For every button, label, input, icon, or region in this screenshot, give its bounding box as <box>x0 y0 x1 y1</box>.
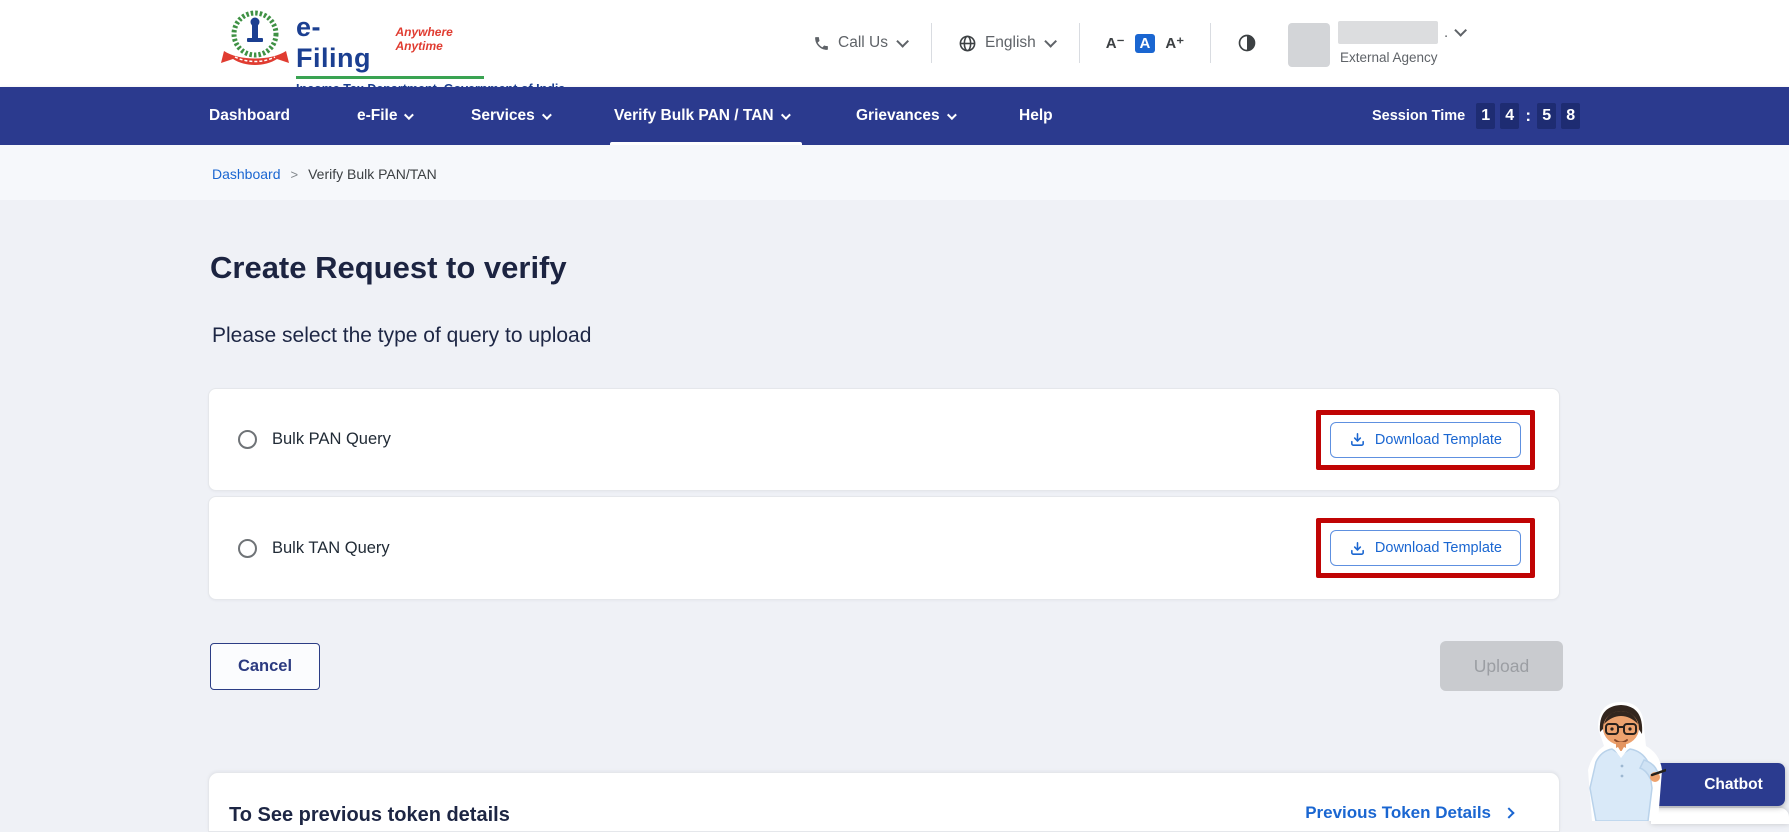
header-divider <box>1078 23 1080 63</box>
nav-help[interactable]: Help <box>1019 87 1053 145</box>
highlight-box: Download Template <box>1315 518 1535 578</box>
nav-dashboard[interactable]: Dashboard <box>209 87 290 145</box>
globe-icon <box>959 35 976 51</box>
bulk-tan-query-card: Bulk TAN Query Download Template <box>208 496 1560 600</box>
breadcrumb-dashboard-link[interactable]: Dashboard <box>212 166 281 182</box>
language-label: English <box>984 34 1036 51</box>
cancel-button[interactable]: Cancel <box>210 643 320 690</box>
session-digit: 1 <box>1476 103 1496 129</box>
logo-divider <box>296 76 484 79</box>
previous-token-card: To See previous token details Previous T… <box>208 772 1560 832</box>
session-digit: 4 <box>1500 103 1520 129</box>
header-divider <box>1210 23 1212 63</box>
chatbot-panel-edge <box>1651 808 1789 824</box>
nav-grievances[interactable]: Grievances <box>856 87 957 145</box>
breadcrumb-strip: Dashboard > Verify Bulk PAN/TAN <box>0 145 1789 200</box>
highlight-box: Download Template <box>1315 409 1535 470</box>
breadcrumb-current: Verify Bulk PAN/TAN <box>308 166 437 182</box>
nav-services[interactable]: Services <box>471 87 552 145</box>
chevron-down-icon <box>780 109 791 120</box>
income-tax-emblem-icon <box>221 10 289 65</box>
session-digit: 5 <box>1537 103 1557 129</box>
chevron-down-icon <box>1454 24 1468 37</box>
page-subtitle: Please select the type of query to uploa… <box>212 324 592 347</box>
radio-bulk-tan-query[interactable] <box>238 538 257 558</box>
top-header: e-Filing Anywhere Anytime Income Tax Dep… <box>0 0 1789 96</box>
user-name-suffix: . <box>1444 24 1449 41</box>
breadcrumb: Dashboard > Verify Bulk PAN/TAN <box>212 166 437 182</box>
chevron-down-icon <box>896 34 909 48</box>
nav-verify-bulk-pan-tan[interactable]: Verify Bulk PAN / TAN <box>614 87 791 145</box>
breadcrumb-separator: > <box>290 166 299 182</box>
option-label: Bulk TAN Query <box>272 538 390 557</box>
session-colon: : <box>1525 106 1532 125</box>
avatar <box>1288 23 1330 67</box>
bulk-pan-query-card: Bulk PAN Query Download Template <box>208 388 1560 491</box>
session-time-label: Session Time <box>1372 108 1466 124</box>
download-icon <box>1350 541 1364 555</box>
nav-efile[interactable]: e-File <box>357 87 415 145</box>
chevron-down-icon <box>1044 34 1057 48</box>
call-us-label: Call Us <box>838 34 888 51</box>
user-name-redacted <box>1338 21 1438 44</box>
chatbot-assistant-illustration[interactable] <box>1576 698 1666 821</box>
main-navbar: Dashboard e-File Services Verify Bulk PA… <box>0 87 1789 145</box>
chevron-down-icon <box>541 109 552 120</box>
user-role-label: External Agency <box>1340 50 1438 65</box>
chevron-down-icon <box>946 109 957 120</box>
font-normal-button[interactable]: A <box>1134 33 1156 53</box>
session-timer: Session Time 1 4 : 5 8 <box>1372 87 1581 145</box>
download-template-tan-button[interactable]: Download Template <box>1329 530 1521 566</box>
chevron-right-icon <box>1503 807 1515 819</box>
previous-token-details-link[interactable]: Previous Token Details <box>1305 803 1515 823</box>
page-title: Create Request to verify <box>210 250 567 285</box>
font-increase-button[interactable]: A⁺ <box>1165 34 1184 52</box>
option-label: Bulk PAN Query <box>272 430 391 448</box>
radio-bulk-pan-query[interactable] <box>238 430 257 449</box>
chevron-down-icon <box>404 109 415 120</box>
logo-title: e-Filing <box>296 12 371 73</box>
logo: e-Filing Anywhere Anytime Income Tax Dep… <box>296 12 565 96</box>
download-icon <box>1350 433 1364 446</box>
upload-button[interactable]: Upload <box>1440 641 1563 691</box>
previous-token-text: To See previous token details <box>229 804 510 826</box>
header-divider <box>930 23 932 63</box>
session-digit: 8 <box>1561 103 1581 129</box>
phone-icon <box>815 36 828 50</box>
download-template-pan-button[interactable]: Download Template <box>1329 421 1521 458</box>
chatbot-button[interactable]: Chatbot <box>1648 763 1785 806</box>
language-menu[interactable]: English <box>958 34 1057 53</box>
logo-tagline: Anywhere Anytime <box>395 25 453 53</box>
contrast-toggle-icon[interactable] <box>1237 33 1257 53</box>
call-us-menu[interactable]: Call Us <box>813 34 909 52</box>
font-decrease-button[interactable]: A⁻ <box>1106 34 1125 52</box>
